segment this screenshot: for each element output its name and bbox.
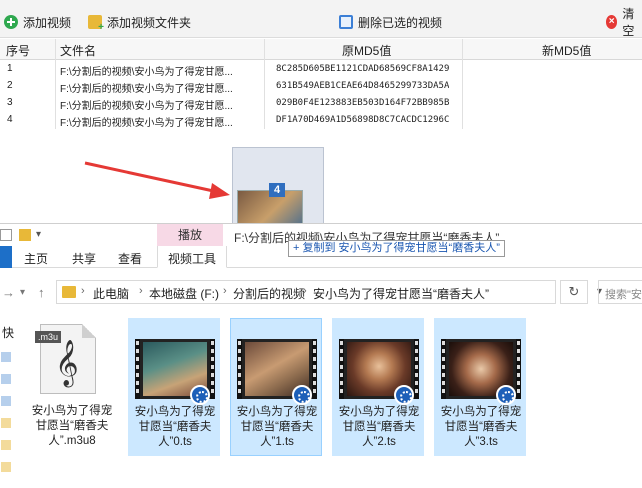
copy-to-tooltip: + 复制到 安小鸟为了得宠甘愿当“磨香夫人” — [288, 240, 505, 257]
film-perforation — [415, 341, 418, 397]
address-row: → ▾ ↑ › 此电脑 › 本地磁盘 (F:) › 分割后的视频 › 安小鸟为了… — [0, 279, 642, 305]
nav-item-icon[interactable] — [1, 352, 11, 362]
folder-icon[interactable] — [19, 229, 31, 241]
file-name: 安小鸟为了得宠甘愿当“磨香夫人”3.ts — [440, 406, 522, 448]
nav-item-icon[interactable] — [1, 418, 11, 428]
back-arrow-icon[interactable]: → — [2, 285, 15, 300]
film-perforation — [211, 341, 214, 397]
chevron-right-icon[interactable]: › — [223, 285, 227, 297]
film-perforation — [517, 341, 520, 397]
playlist-file-icon: .m3u 𝄞 — [35, 324, 96, 394]
address-bar[interactable]: › 此电脑 › 本地磁盘 (F:) › 分割后的视频 › 安小鸟为了得宠甘愿当“… — [56, 280, 602, 304]
nav-item-icon[interactable] — [1, 374, 11, 384]
search-input[interactable]: 搜索"安 — [598, 280, 642, 304]
nav-item-icon[interactable] — [1, 396, 11, 406]
video-thumbnail — [135, 339, 215, 405]
chevron-right-icon[interactable]: › — [303, 285, 307, 297]
treble-clef-icon: 𝄞 — [55, 340, 79, 386]
film-perforation — [340, 341, 343, 397]
tab-view[interactable]: 查看 — [118, 250, 142, 267]
video-thumbnail — [237, 339, 317, 405]
film-perforation — [442, 341, 445, 397]
file-tab[interactable] — [0, 246, 12, 268]
file-item[interactable]: 安小鸟为了得宠甘愿当“磨香夫人”0.ts — [128, 318, 220, 456]
file-name: 安小鸟为了得宠甘愿当“磨香夫人”0.ts — [134, 406, 216, 448]
page-fold — [82, 324, 96, 338]
quick-access-label[interactable]: 快 — [2, 324, 14, 341]
up-arrow-icon[interactable]: ↑ — [38, 285, 45, 300]
chevron-down-icon[interactable]: ▾ — [36, 229, 48, 241]
drag-ghost: 4 — [232, 147, 324, 233]
film-perforation — [313, 341, 316, 397]
file-item[interactable]: .m3u 𝄞 安小鸟为了得宠甘愿当“磨香夫人”.m3u8 — [26, 318, 118, 456]
file-explorer-window: ▾ 播放 主页 共享 查看 视频工具 → ▾ ↑ › 此电脑 › 本地磁盘 (F… — [0, 223, 642, 488]
folder-icon — [62, 286, 76, 298]
file-name: 安小鸟为了得宠甘愿当“磨香夫人”.m3u8 — [31, 405, 113, 447]
video-thumbnail — [441, 339, 521, 405]
chevron-down-icon[interactable]: ▾ — [20, 287, 25, 298]
context-tab-play[interactable]: 播放 — [157, 224, 223, 246]
file-item[interactable]: 安小鸟为了得宠甘愿当“磨香夫人”1.ts — [230, 318, 322, 456]
breadcrumb-split-videos[interactable]: 分割后的视频 — [233, 285, 305, 302]
tab-home[interactable]: 主页 — [24, 250, 48, 267]
video-file-badge-icon — [496, 385, 516, 405]
properties-icon[interactable] — [0, 229, 12, 241]
chevron-right-icon[interactable]: › — [81, 285, 85, 297]
video-file-badge-icon — [190, 385, 210, 405]
tab-share[interactable]: 共享 — [72, 250, 96, 267]
video-thumbnail — [339, 339, 419, 405]
breadcrumb-current-folder[interactable]: 安小鸟为了得宠甘愿当“磨香夫人” — [313, 285, 489, 302]
file-item[interactable]: 安小鸟为了得宠甘愿当“磨香夫人”2.ts — [332, 318, 424, 456]
breadcrumb-this-pc[interactable]: 此电脑 — [93, 285, 129, 302]
drag-count-badge: 4 — [269, 183, 285, 197]
file-item[interactable]: 安小鸟为了得宠甘愿当“磨香夫人”3.ts — [434, 318, 526, 456]
chevron-right-icon[interactable]: › — [139, 285, 143, 297]
tab-video-tools[interactable]: 视频工具 — [157, 246, 228, 268]
file-name: 安小鸟为了得宠甘愿当“磨香夫人”1.ts — [236, 406, 318, 448]
file-name: 安小鸟为了得宠甘愿当“磨香夫人”2.ts — [338, 406, 420, 448]
nav-item-icon[interactable] — [1, 462, 11, 472]
refresh-button[interactable]: ↻ — [560, 280, 588, 304]
file-list: .m3u 𝄞 安小鸟为了得宠甘愿当“磨香夫人”.m3u8 安小鸟为了得宠甘愿当“… — [22, 314, 642, 488]
nav-item-icon[interactable] — [1, 440, 11, 450]
video-file-badge-icon — [292, 385, 312, 405]
breadcrumb-drive[interactable]: 本地磁盘 (F:) — [149, 285, 219, 302]
navigation-pane: 快 — [0, 324, 14, 488]
film-perforation — [136, 341, 139, 397]
video-file-badge-icon — [394, 385, 414, 405]
film-perforation — [238, 341, 241, 397]
